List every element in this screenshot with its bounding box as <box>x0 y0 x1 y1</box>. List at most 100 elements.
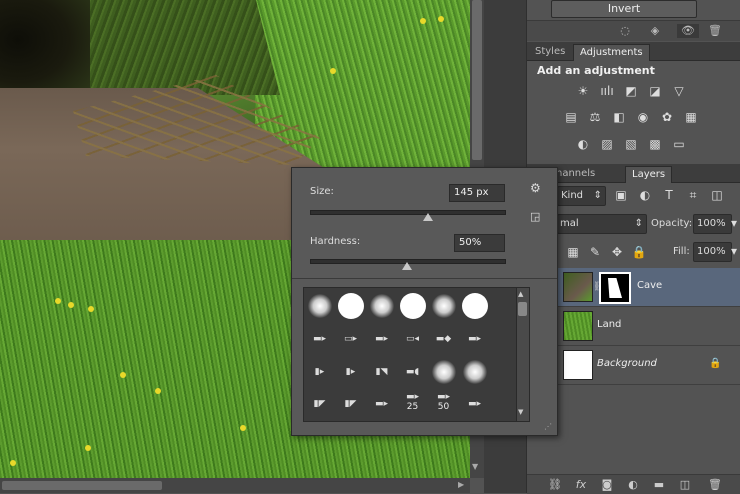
view-previous-icon[interactable]: ◈ <box>647 24 663 38</box>
brush-tip-grid[interactable]: ▬▸ ▭▸ ▬▸ ▭◂ ▬◆ ▬▸ ▮▸ ▮▸ ▮◥ ▬◖ ▮◤ ▮◤ ▬▸ ▬… <box>303 287 517 422</box>
filter-image-icon[interactable]: ▣ <box>613 188 629 202</box>
tab-styles[interactable]: Styles <box>529 44 571 60</box>
brush-tip-bristle[interactable]: ▭◂ <box>397 323 428 354</box>
layer-mask-thumbnail[interactable] <box>599 272 631 304</box>
opacity-input[interactable]: 100% <box>693 214 732 234</box>
brush-tip-hard-round[interactable] <box>397 290 428 321</box>
delete-layer-icon[interactable]: 🗑 <box>707 478 723 491</box>
brightness-contrast-icon[interactable]: ☀ <box>575 84 591 98</box>
flower <box>155 388 161 394</box>
lock-position-move-icon[interactable]: ✥ <box>609 245 625 259</box>
gear-icon[interactable]: ⚙ <box>530 181 541 195</box>
vertical-scroll-thumb[interactable] <box>472 0 482 160</box>
scroll-down-arrow-icon[interactable]: ▼ <box>518 408 523 416</box>
invert-button[interactable]: Invert <box>551 0 697 18</box>
brush-preset-picker[interactable]: Size: 145 px ⚙ ◲ Hardness: 50% ▬▸ ▭▸ ▬▸ … <box>291 167 558 436</box>
brush-tip-soft-round[interactable] <box>304 290 335 321</box>
layer-thumbnail[interactable] <box>563 311 593 341</box>
brush-tip-bristle[interactable]: ▬▸ <box>459 323 490 354</box>
brush-tip-soft-round[interactable] <box>459 356 490 387</box>
color-lookup-icon[interactable]: ▦ <box>683 110 699 124</box>
filter-kind-select[interactable]: Kind ⇕ <box>557 186 606 206</box>
layer-thumbnail[interactable] <box>563 272 593 302</box>
brush-tip-bristle[interactable]: ▬◖ <box>397 356 428 387</box>
scroll-down-arrow-icon[interactable]: ▼ <box>472 462 478 471</box>
brush-tip-bristle[interactable]: ▬▸ <box>366 388 397 419</box>
brush-tip-hard-round[interactable] <box>335 290 366 321</box>
layer-row-cave[interactable]: ⛓ Cave <box>557 268 740 307</box>
new-preset-icon[interactable]: ◲ <box>530 210 540 223</box>
brush-tip-bristle[interactable]: ▮▸ <box>304 356 335 387</box>
size-slider[interactable] <box>310 210 506 215</box>
link-layers-icon[interactable]: ⛓ <box>547 478 563 491</box>
black-white-icon[interactable]: ◧ <box>611 110 627 124</box>
invert-icon[interactable]: ◐ <box>575 137 591 151</box>
exposure-icon[interactable]: ◪ <box>647 84 663 98</box>
new-adjustment-layer-icon[interactable]: ◐ <box>625 478 641 491</box>
new-layer-icon[interactable]: ◫ <box>677 478 693 491</box>
layer-row-background[interactable]: Background 🔒 <box>557 346 740 385</box>
brush-tip-fan[interactable]: ▬◆ <box>428 323 459 354</box>
levels-icon[interactable]: ıılı <box>599 84 615 98</box>
layer-style-fx-icon[interactable]: fx <box>573 478 589 491</box>
brush-tip-airbrush-50[interactable]: ▬▸ 50 <box>428 386 459 417</box>
brush-grid-scroll-thumb[interactable] <box>518 302 527 316</box>
resize-grip-icon[interactable]: ⋰ <box>544 422 552 431</box>
selective-color-icon[interactable]: ▩ <box>647 137 663 151</box>
layer-thumbnail[interactable] <box>563 350 593 380</box>
eye-visibility-icon[interactable]: 👁 <box>677 24 699 38</box>
posterize-icon[interactable]: ▨ <box>599 137 615 151</box>
filter-type-icon[interactable]: T <box>661 188 677 202</box>
threshold-icon[interactable]: ▧ <box>623 137 639 151</box>
size-input[interactable]: 145 px <box>449 184 505 202</box>
gradient-map-icon[interactable]: ▭ <box>671 137 687 151</box>
color-balance-icon[interactable]: ⚖ <box>587 110 603 124</box>
new-group-folder-icon[interactable]: ▬ <box>651 478 667 491</box>
lock-image-brush-icon[interactable]: ✎ <box>587 245 603 259</box>
hue-saturation-icon[interactable]: ▤ <box>563 110 579 124</box>
layer-row-land[interactable]: Land <box>557 307 740 346</box>
brush-tip-bristle[interactable]: ▮◤ <box>304 388 335 419</box>
filter-smart-object-icon[interactable]: ◫ <box>709 188 725 202</box>
brush-grid-scrollbar[interactable]: ▲ ▼ <box>516 287 530 422</box>
brush-tip-soft-round[interactable] <box>366 290 397 321</box>
blend-mode-select[interactable]: mal ⇕ <box>557 214 647 234</box>
photo-filter-icon[interactable]: ◉ <box>635 110 651 124</box>
tab-layers[interactable]: Layers <box>625 166 673 183</box>
filter-adjustment-icon[interactable]: ◐ <box>637 188 653 202</box>
curves-icon[interactable]: ◩ <box>623 84 639 98</box>
hardness-slider-knob[interactable] <box>402 262 412 270</box>
brush-tip-bristle[interactable]: ▬▸ <box>459 388 490 419</box>
brush-tip-bristle[interactable]: ▮▸ <box>335 356 366 387</box>
filter-shape-icon[interactable]: ⌗ <box>685 188 701 202</box>
channel-mixer-icon[interactable]: ✿ <box>659 110 675 124</box>
delete-icon[interactable]: 🗑 <box>707 24 723 38</box>
brush-tip-soft-round[interactable] <box>428 356 459 387</box>
brush-tip-bristle[interactable]: ▬▸ <box>304 323 335 354</box>
vibrance-icon[interactable]: ▽ <box>671 84 687 98</box>
hardness-input[interactable]: 50% <box>454 234 505 252</box>
layer-name[interactable]: Land <box>597 319 621 330</box>
lock-all-icon[interactable]: 🔒 <box>631 245 647 259</box>
brush-tip-bristle[interactable]: ▮◥ <box>366 356 397 387</box>
brush-tip-bristle[interactable]: ▮◤ <box>335 388 366 419</box>
brush-tip-airbrush-25[interactable]: ▬▸ 25 <box>397 386 428 417</box>
brush-tip-soft-round[interactable] <box>428 290 459 321</box>
fill-input[interactable]: 100% <box>693 242 732 262</box>
fill-dropdown-icon[interactable]: ▾ <box>729 244 739 258</box>
scroll-right-arrow-icon[interactable]: ▶ <box>458 480 464 489</box>
horizontal-scroll-thumb[interactable] <box>2 481 162 490</box>
clip-icon[interactable]: ◌ <box>617 24 633 38</box>
lock-transparent-icon[interactable]: ▦ <box>565 245 581 259</box>
layer-name[interactable]: Background <box>597 358 657 369</box>
tab-adjustments[interactable]: Adjustments <box>573 44 650 61</box>
brush-tip-bristle[interactable]: ▭▸ <box>335 323 366 354</box>
brush-tip-bristle[interactable]: ▬▸ <box>366 323 397 354</box>
add-mask-icon[interactable]: ◙ <box>599 478 615 491</box>
brush-tip-hard-round[interactable] <box>459 290 490 321</box>
opacity-dropdown-icon[interactable]: ▾ <box>729 216 739 230</box>
horizontal-scrollbar[interactable]: ▶ <box>0 478 470 493</box>
layer-name[interactable]: Cave <box>637 280 662 291</box>
size-slider-knob[interactable] <box>423 213 434 221</box>
scroll-up-arrow-icon[interactable]: ▲ <box>518 290 523 298</box>
